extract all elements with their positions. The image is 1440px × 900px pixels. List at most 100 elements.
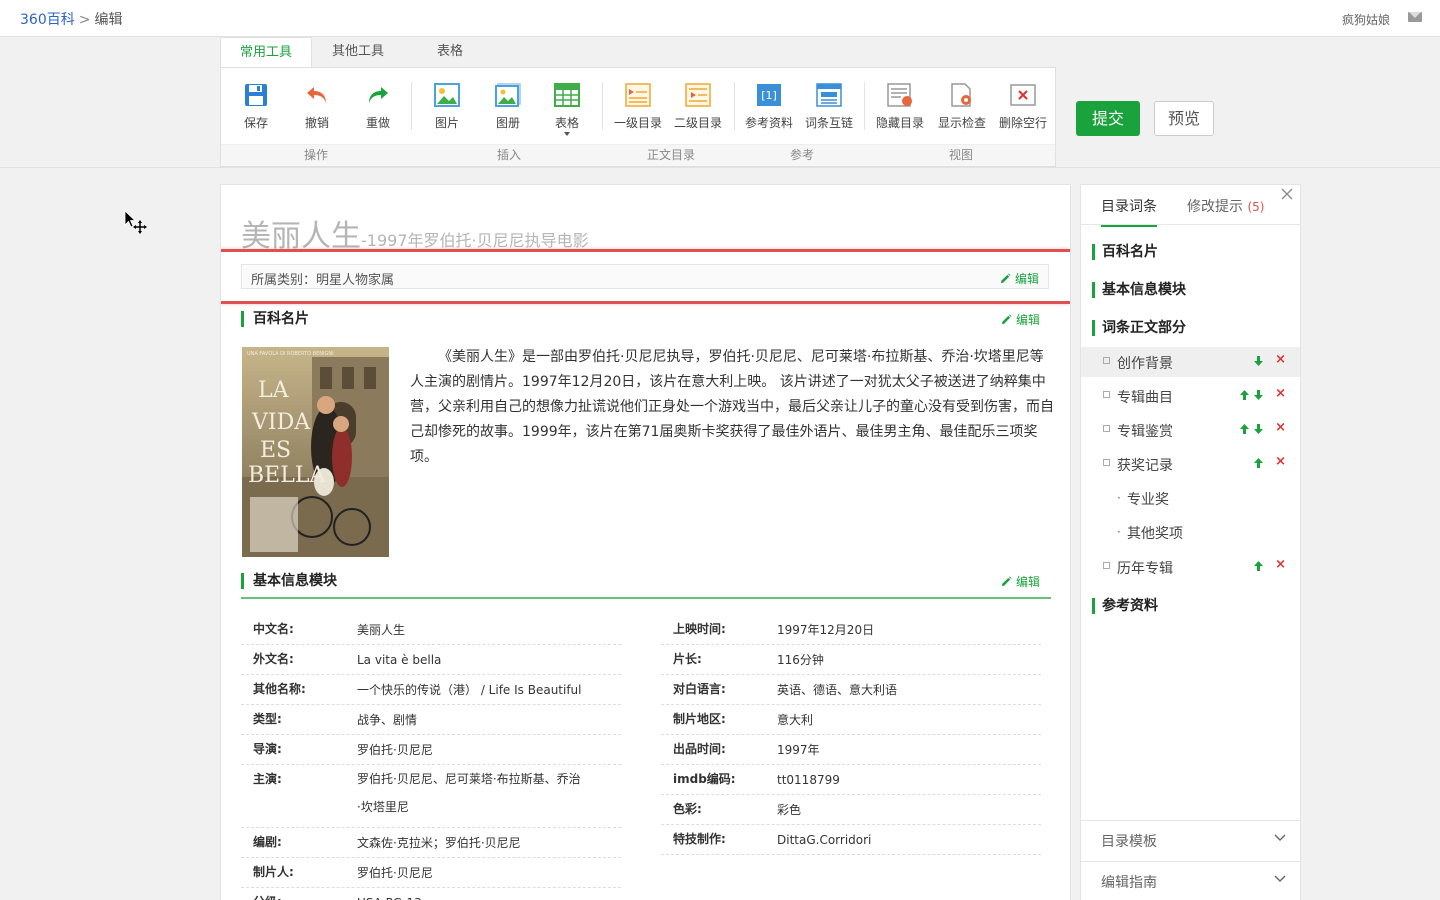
hide-toc-label: 隐藏目录 — [875, 116, 924, 130]
toc-item-background[interactable]: 创作背景 × — [1081, 347, 1300, 377]
accordion-label: 编辑指南 — [1101, 875, 1157, 891]
article-title[interactable]: 美丽人生 — [241, 219, 361, 254]
info-key: 编剧: — [253, 835, 282, 849]
info-key: 上映时间: — [673, 622, 726, 636]
info-value: USA:PG-13 — [357, 888, 621, 900]
info-row: 出品时间: 1997年 — [661, 735, 1041, 765]
insert-album-button[interactable]: 图册 — [478, 82, 538, 131]
info-key: 制片地区: — [673, 712, 726, 726]
top-bar: 360百科 > 编辑 疯狗姑娘 — [0, 0, 1440, 37]
hide-toc-button[interactable]: 隐藏目录 — [870, 82, 930, 131]
card-edit-link[interactable]: 编辑 — [1001, 311, 1040, 328]
delete-icon[interactable]: × — [1275, 420, 1286, 435]
move-up-icon[interactable] — [1254, 561, 1263, 571]
info-value: La vita è bella — [357, 653, 442, 667]
undo-button[interactable]: 撤销 — [287, 82, 347, 131]
tab-toc-entries[interactable]: 目录词条 — [1101, 196, 1157, 227]
image-icon — [434, 82, 460, 108]
delete-lines-icon — [1010, 82, 1036, 108]
toc-subitem-other-awards[interactable]: · 其他奖项 — [1081, 517, 1300, 547]
info-row: 其他名称: 一个快乐的传说（港） / Life Is Beautiful — [241, 675, 621, 705]
submit-button[interactable]: 提交 — [1076, 101, 1140, 136]
toc-body[interactable]: 词条正文部分 — [1092, 320, 1186, 336]
info-key: 对白语言: — [673, 682, 726, 696]
redo-button[interactable]: 重做 — [348, 82, 408, 131]
info-key: 片长: — [673, 652, 702, 666]
insert-table-button[interactable]: 表格 — [537, 82, 597, 136]
edit-label: 编辑 — [1015, 575, 1040, 589]
move-up-icon[interactable] — [1240, 390, 1249, 400]
toolbar-divider — [602, 82, 603, 130]
toc-item-tracks[interactable]: 专辑曲目 × — [1081, 381, 1300, 411]
breadcrumb-home-link[interactable]: 360百科 — [20, 12, 75, 28]
info-key: 其他名称: — [253, 682, 306, 696]
check-doc-icon — [949, 82, 975, 108]
movie-poster-image[interactable]: UNA FAVOLA DI ROBERTO BENIGNI LA VIDA ES… — [242, 347, 389, 557]
tab-table[interactable]: 表格 — [404, 37, 496, 68]
header-divider — [0, 167, 1440, 168]
delete-blank-lines-button[interactable]: 删除空行 — [993, 82, 1053, 131]
toc-subitem-professional[interactable]: · 专业奖 — [1081, 483, 1300, 513]
toc-item-review[interactable]: 专辑鉴赏 × — [1081, 415, 1300, 445]
poster-title-line2: VIDA — [251, 410, 311, 435]
toc-item-label: 创作背景 — [1117, 356, 1173, 372]
tab-common-tools[interactable]: 常用工具 — [220, 37, 312, 68]
move-down-icon[interactable] — [1254, 356, 1263, 366]
breadcrumb-separator: > — [78, 12, 91, 28]
section-underline — [241, 597, 1051, 599]
link-label: 词条互链 — [804, 116, 853, 130]
tab-other-tools[interactable]: 其他工具 — [312, 37, 404, 68]
toc2-label: 二级目录 — [673, 116, 722, 130]
info-value: 英语、德语、意大利语 — [777, 683, 898, 697]
move-up-icon[interactable] — [1240, 424, 1249, 434]
delete-icon[interactable]: × — [1275, 557, 1286, 572]
page-title: 美丽人生-1997年罗伯托·贝尼尼执导电影 — [241, 211, 589, 255]
article-subtitle[interactable]: -1997年罗伯托·贝尼尼执导电影 — [361, 231, 589, 250]
toc-basic-info[interactable]: 基本信息模块 — [1092, 282, 1186, 298]
move-down-icon[interactable] — [1254, 390, 1263, 400]
collapse-box-icon — [1103, 562, 1110, 569]
insert-reference-button[interactable]: [1] 参考资料 — [739, 82, 799, 131]
delete-icon[interactable]: × — [1275, 386, 1286, 401]
insert-link-button[interactable]: 词条互链 — [799, 82, 859, 131]
delete-icon[interactable]: × — [1275, 352, 1286, 367]
insert-image-button[interactable]: 图片 — [417, 82, 477, 131]
info-key: 特技制作: — [673, 832, 726, 846]
username-link[interactable]: 疯狗姑娘 — [1342, 11, 1390, 28]
info-value: 1997年12月20日 — [777, 623, 875, 637]
toc-card[interactable]: 百科名片 — [1092, 244, 1158, 260]
move-down-icon[interactable] — [1254, 424, 1263, 434]
tool-panel: 保存 撤销 重做 图片 图册 表格 一级目录 二级目录 [1] 参考资料 词条互… — [220, 67, 1056, 167]
undo-icon — [304, 82, 330, 108]
close-icon[interactable] — [1280, 187, 1294, 201]
breadcrumb-current: 编辑 — [94, 12, 123, 28]
mail-icon[interactable] — [1408, 12, 1422, 22]
show-check-button[interactable]: 显示检查 — [932, 82, 992, 131]
info-table-left: 中文名: 美丽人生 外文名: La vita è bella 其他名称: 一个快乐的传… — [241, 615, 621, 900]
info-key: 类型: — [253, 712, 282, 726]
info-row: 导演: 罗伯托·贝尼尼 — [241, 735, 621, 765]
delete-icon[interactable]: × — [1275, 454, 1286, 469]
caret-down-icon — [564, 132, 570, 136]
collapse-box-icon — [1103, 459, 1110, 466]
pencil-icon — [1001, 576, 1012, 587]
tab-edit-hints[interactable]: 修改提示 (5) — [1187, 196, 1264, 216]
save-button[interactable]: 保存 — [226, 82, 286, 131]
sidebar-tabs: 目录词条 修改提示 (5) — [1081, 185, 1300, 227]
preview-button[interactable]: 预览 — [1154, 101, 1214, 136]
toc-references[interactable]: 参考资料 — [1092, 598, 1158, 614]
intro-paragraph[interactable]: 《美丽人生》是一部由罗伯托·贝尼尼执导，罗伯托·贝尼尼、尼可莱塔·布拉斯基、乔治… — [410, 345, 1055, 470]
toc-item-albums[interactable]: 历年专辑 × — [1081, 552, 1300, 582]
toc-level2-button[interactable]: 二级目录 — [668, 82, 728, 131]
toc-level1-button[interactable]: 一级目录 — [608, 82, 668, 131]
accordion-toc-template[interactable]: 目录模板 — [1081, 820, 1300, 858]
info-row: 编剧: 文森佐·克拉米；罗伯托·贝尼尼 — [241, 828, 621, 858]
article-editor: 美丽人生-1997年罗伯托·贝尼尼执导电影 所属类别：明星人物家属 编辑 百科名… — [220, 184, 1071, 900]
accordion-edit-guide[interactable]: 编辑指南 — [1081, 861, 1300, 899]
info-edit-link[interactable]: 编辑 — [1001, 573, 1040, 590]
delete-blank-label: 删除空行 — [998, 116, 1047, 130]
move-up-icon[interactable] — [1254, 458, 1263, 468]
category-edit-link[interactable]: 编辑 — [1000, 270, 1039, 287]
group-ref-label: 参考 — [790, 148, 815, 162]
toc-item-awards[interactable]: 获奖记录 × — [1081, 449, 1300, 479]
